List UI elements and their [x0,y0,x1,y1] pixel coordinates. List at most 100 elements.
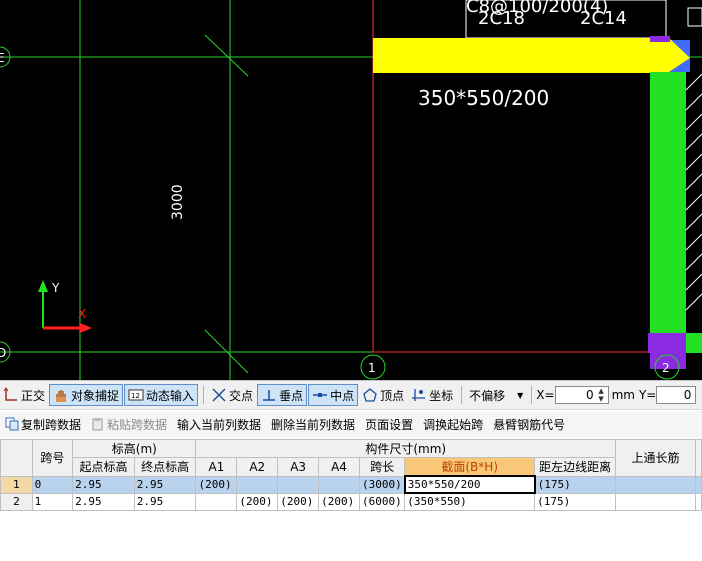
hatch-area [686,72,702,334]
span-table: 跨号 标高(m) 构件尺寸(mm) 上通长筋 起点标高 终点标高 A1 A2 A… [0,439,702,511]
page-setup-label: 页面设置 [365,417,414,432]
header-dist-left[interactable]: 距左边线距离 [534,457,617,477]
cell-dist-left[interactable]: (175) [534,475,617,494]
midpoint-button[interactable]: 中点 [308,384,359,406]
copy-span-button[interactable]: 复制跨数据 [0,413,86,435]
cell-span[interactable]: 1 [31,492,74,511]
svg-text:12: 12 [131,392,140,400]
vertex-button[interactable]: 顶点 [359,384,407,406]
cell-dist-left[interactable]: (175) [534,492,617,511]
dimension-label: 3000 [170,184,186,220]
y-coordinate-input[interactable]: 0 [656,386,697,404]
span-data-grid: 跨号 标高(m) 构件尺寸(mm) 上通长筋 起点标高 终点标高 A1 A2 A… [0,439,702,561]
dynamic-input-button[interactable]: 12 动态输入 [124,384,199,406]
header-section[interactable]: 截面(B*H) [404,457,536,477]
ucs-y-label: Y [51,281,60,295]
midpoint-icon [313,393,328,397]
axis-tick-top [204,34,249,77]
y-coordinate-value: 0 [683,388,692,402]
header-size-group: 构件尺寸(mm) [195,439,617,458]
cell-end-elev[interactable]: 2.95 [133,492,197,511]
spinner-icon[interactable]: ▲ ▼ [596,387,607,403]
column-base-purple [648,333,686,353]
axis-label-1: 1 [368,361,376,375]
header-start-elev[interactable]: 起点标高 [72,457,135,477]
header-a4[interactable]: A4 [318,457,360,477]
cantilever-code-label: 悬臂钢筋代号 [493,417,566,432]
table-row[interactable]: 1 0 2.95 2.95 (200) (3000) 350*550/200 (… [0,475,702,494]
dynamic-input-icon: 12 [128,389,144,401]
cell-section-active[interactable]: 350*550/200 [403,475,536,494]
perpendicular-button[interactable]: 垂点 [257,384,308,406]
unit-label: mm [611,388,635,402]
header-elevation-group: 标高(m) [72,439,197,458]
input-column-button[interactable]: 输入当前列数据 [172,413,266,435]
x-coordinate-input[interactable]: 0 ▲ ▼ [554,386,609,404]
cell-a3[interactable]: (200) [277,492,320,511]
ucs-x-arrow [80,323,92,333]
column-green-left [650,72,670,334]
object-snap-button[interactable]: 对象捕捉 [49,384,124,406]
header-filler [694,439,702,477]
snap-toolbar: 正交 对象捕捉 12 动态输入 交点 垂点 中点 顶点 坐标 不偏移 ▼ X= … [0,380,702,410]
row-number[interactable]: 1 [0,475,33,494]
cell-section[interactable]: (350*550) [404,492,536,511]
cell-span-len[interactable]: (3000) [358,475,406,494]
beam-yellow[interactable] [373,38,669,73]
cell-start-elev[interactable]: 2.95 [72,492,135,511]
cell-a1[interactable]: (200) [195,475,238,494]
perpendicular-icon [263,390,276,401]
cell-span-len[interactable]: (6000) [358,492,406,511]
header-end-elev[interactable]: 终点标高 [133,457,197,477]
hand-snap-icon [56,390,67,402]
cell-start-elev[interactable]: 2.95 [72,475,135,494]
offset-dropdown[interactable]: 不偏移 ▼ [466,384,526,406]
cell-a1[interactable] [195,492,238,511]
cell-a3[interactable] [277,475,320,494]
coordinate-label: 坐标 [429,388,454,403]
cell-top-rebar[interactable] [615,492,696,511]
row-number[interactable]: 2 [0,492,33,511]
header-a2[interactable]: A2 [236,457,279,477]
table-row[interactable]: 2 1 2.95 2.95 (200) (200) (200) (6000) (… [0,492,702,511]
ortho-button[interactable]: 正交 [0,384,48,406]
perpendicular-label: 垂点 [279,388,304,403]
paste-span-button[interactable]: 粘贴跨数据 [86,413,172,435]
y-label: Y= [638,388,657,402]
x-label: X= [536,388,555,402]
canvas-svg[interactable]: C8@100/200(4) 2C18 2C14 350*550/200 3000… [0,0,702,380]
delete-column-button[interactable]: 删除当前列数据 [266,413,360,435]
x-coordinate-value: 0 [585,388,594,402]
paste-span-label: 粘贴跨数据 [107,417,168,432]
midpoint-label: 中点 [330,388,355,403]
coordinate-button[interactable]: 坐标 [408,384,456,406]
drawing-canvas[interactable]: C8@100/200(4) 2C18 2C14 350*550/200 3000… [0,0,702,380]
grid-toolbar: 复制跨数据 粘贴跨数据 输入当前列数据 删除当前列数据 页面设置 调换起始跨 悬… [0,411,702,437]
swap-start-button[interactable]: 调换起始跨 [418,413,488,435]
ortho-icon [3,387,17,401]
page-setup-button[interactable]: 页面设置 [360,413,418,435]
intersection-button[interactable]: 交点 [208,384,256,406]
cell-top-rebar[interactable] [615,475,696,494]
separator [531,386,533,404]
cell-a4[interactable]: (200) [318,492,360,511]
cell-a2[interactable] [236,475,279,494]
rebar-right-label: 2C14 [580,8,627,29]
dynamic-input-label: 动态输入 [146,388,195,403]
header-span-len[interactable]: 跨长 [358,457,406,477]
column-green-right [670,72,686,334]
axis-label-d: D [0,346,6,360]
header-top-rebar[interactable]: 上通长筋 [615,439,696,477]
header-a1[interactable]: A1 [195,457,238,477]
cell-a4[interactable] [318,475,360,494]
chevron-down-icon: ▼ [517,390,524,400]
intersection-icon [212,388,226,402]
offset-mode-value: 不偏移 [469,388,506,403]
cell-end-elev[interactable]: 2.95 [133,475,197,494]
cell-a2[interactable]: (200) [236,492,279,511]
header-span-no[interactable]: 跨号 [31,439,74,477]
cell-span[interactable]: 0 [31,475,74,494]
input-column-label: 输入当前列数据 [177,417,262,432]
header-a3[interactable]: A3 [277,457,320,477]
cantilever-code-button[interactable]: 悬臂钢筋代号 [488,413,570,435]
